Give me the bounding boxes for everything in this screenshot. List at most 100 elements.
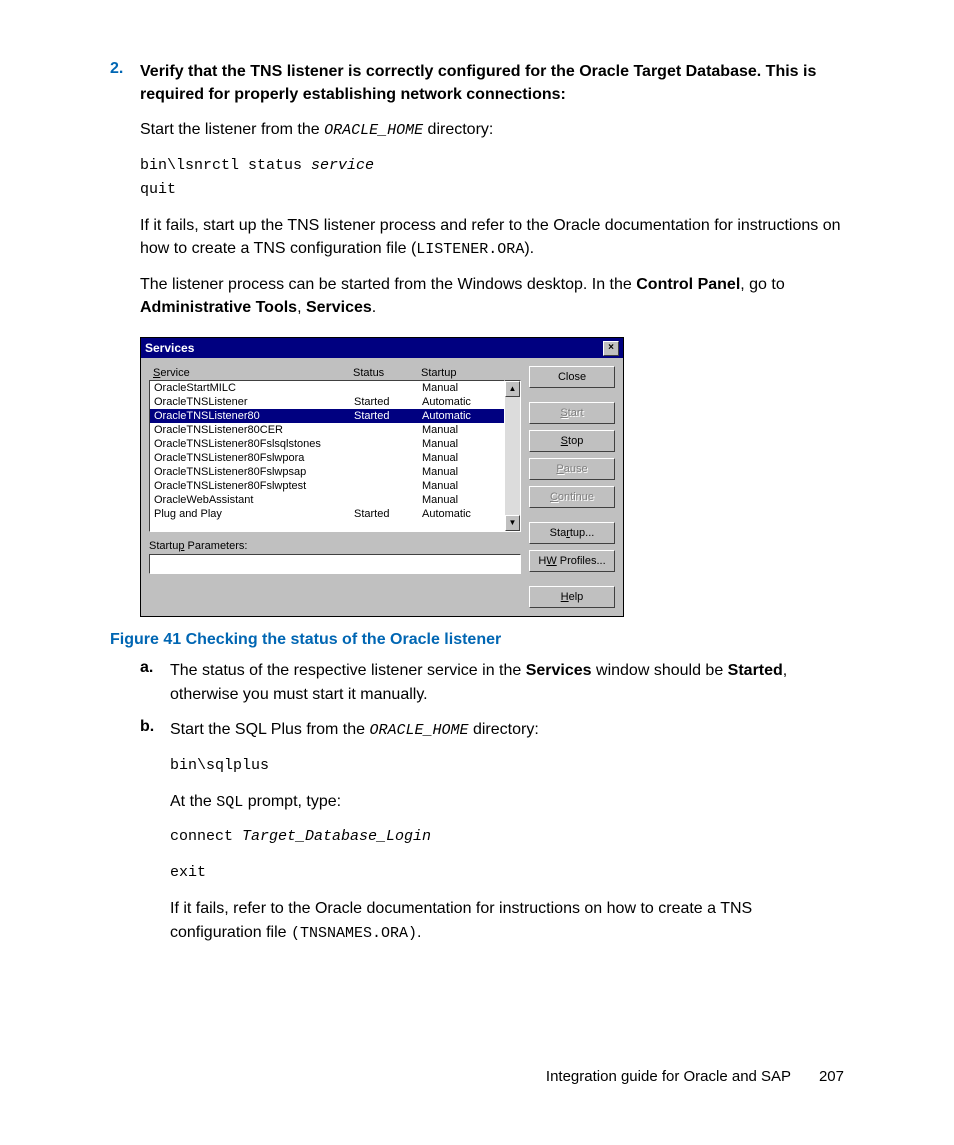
service-name: OracleTNSListener80Fslwpora	[154, 452, 354, 464]
code-connect-a: connect	[170, 828, 242, 845]
hw-u: W	[546, 555, 556, 567]
service-status: Started	[354, 410, 422, 422]
service-status	[354, 466, 422, 478]
step-heading: Verify that the TNS listener is correctl…	[140, 60, 844, 106]
list-item[interactable]: OracleTNSListenerStartedAutomatic	[150, 395, 504, 409]
service-status	[354, 424, 422, 436]
code1-line1b: service	[311, 157, 374, 174]
service-startup: Manual	[422, 466, 492, 478]
stop-button[interactable]: Stop	[529, 430, 615, 452]
startup-button[interactable]: Startup...	[529, 522, 615, 544]
service-name: OracleTNSListener80	[154, 410, 354, 422]
hdr-status: Status	[353, 367, 421, 379]
sub-b-p2: At the SQL prompt, type:	[170, 790, 844, 814]
list-item[interactable]: OracleTNSListener80Fslwpsap Manual	[150, 465, 504, 479]
code1-line2: quit	[140, 178, 844, 202]
sub-a-t2: Services	[526, 662, 592, 679]
service-startup: Automatic	[422, 508, 492, 520]
close-icon[interactable]: ×	[603, 341, 619, 356]
footer-text: Integration guide for Oracle and SAP	[546, 1068, 791, 1085]
oracle-home-2: ORACLE_HOME	[370, 722, 469, 739]
step-p2: If it fails, start up the TNS listener p…	[140, 214, 844, 261]
list-item[interactable]: OracleTNSListener80FslsqlstonesManual	[150, 437, 504, 451]
service-startup: Manual	[422, 424, 492, 436]
sub-b-t4: At the	[170, 793, 216, 810]
service-name: OracleTNSListener80CER	[154, 424, 354, 436]
list-item[interactable]: OracleTNSListener80StartedAutomatic	[150, 409, 504, 423]
service-startup: Automatic	[422, 396, 492, 408]
list-item[interactable]: OracleTNSListener80FslwptestManual	[150, 479, 504, 493]
step-p3c: , go to	[740, 276, 784, 293]
hw-t: Profiles...	[557, 555, 606, 567]
code-block-1: bin\lsnrctl status service quit	[140, 154, 844, 202]
sub-b-t6: prompt, type:	[243, 793, 341, 810]
service-name: OracleStartMILC	[154, 382, 354, 394]
figure-caption: Figure 41 Checking the status of the Ora…	[110, 631, 844, 649]
step-p2c: ).	[524, 240, 534, 257]
help-u: H	[561, 591, 569, 603]
scroll-down-icon[interactable]: ▼	[505, 515, 520, 531]
list-item[interactable]: OracleTNSListener80FslwporaManual	[150, 451, 504, 465]
sub-b-letter: b.	[140, 718, 170, 736]
service-name: Plug and Play	[154, 508, 354, 520]
sub-b-p3: If it fails, refer to the Oracle documen…	[170, 897, 844, 944]
code-sqlplus: bin\sqlplus	[170, 754, 844, 778]
startup-pre: Sta	[550, 527, 567, 539]
service-startup: Manual	[422, 494, 492, 506]
list-item[interactable]: OracleWebAssistant Manual	[150, 493, 504, 507]
sub-b-t9: .	[417, 924, 421, 941]
code-connect-b: Target_Database_Login	[242, 828, 431, 845]
help-button[interactable]: Help	[529, 586, 615, 608]
sub-a-t3: window should be	[592, 662, 728, 679]
service-name: OracleWebAssistant	[154, 494, 354, 506]
service-startup: Automatic	[422, 410, 492, 422]
start-button[interactable]: Start	[529, 402, 615, 424]
code-connect: connect Target_Database_Login	[170, 825, 844, 849]
start-u: S	[560, 407, 567, 419]
page-number: 207	[819, 1068, 844, 1085]
dialog-titlebar: Services ×	[141, 338, 623, 358]
code1-line1a: bin\lsnrctl status	[140, 157, 311, 174]
service-name: OracleTNSListener	[154, 396, 354, 408]
step-number: 2.	[110, 60, 140, 78]
stop-u: S	[561, 435, 568, 447]
admin-tools: Administrative Tools	[140, 299, 297, 316]
startup-params-input[interactable]	[149, 554, 521, 574]
cont-t: ontinue	[558, 491, 594, 503]
code-exit: exit	[170, 861, 844, 885]
sql-prompt: SQL	[216, 794, 243, 811]
services-dialog: Services × Service Status Startup Oracle…	[140, 337, 624, 617]
listener-ora: LISTENER.ORA	[416, 241, 524, 258]
hw-profiles-button[interactable]: HW Profiles...	[529, 550, 615, 572]
list-item[interactable]: OracleTNSListener80CER Manual	[150, 423, 504, 437]
scroll-up-icon[interactable]: ▲	[505, 381, 520, 397]
service-startup: Manual	[422, 438, 492, 450]
list-item[interactable]: Plug and PlayStartedAutomatic	[150, 507, 504, 521]
pause-u: P	[556, 463, 563, 475]
scrollbar[interactable]: ▲ ▼	[505, 380, 521, 532]
sub-b-t7: If it fails, refer to the Oracle documen…	[170, 900, 752, 940]
service-startup: Manual	[422, 480, 492, 492]
step-p1c: directory:	[423, 121, 493, 138]
step-p3a: The listener process can be started from…	[140, 276, 636, 293]
hdr-startup: Startup	[421, 367, 491, 379]
dialog-title: Services	[145, 341, 194, 355]
param-label-b: Parameters:	[184, 540, 247, 552]
close-button[interactable]: Close	[529, 366, 615, 388]
param-label-a: Startu	[149, 540, 178, 552]
list-header: Service Status Startup	[149, 366, 521, 380]
sub-b-t1: Start the SQL Plus from the	[170, 721, 370, 738]
help-t: elp	[569, 591, 584, 603]
pause-button[interactable]: Pause	[529, 458, 615, 480]
continue-button[interactable]: Continue	[529, 486, 615, 508]
pause-t: ause	[564, 463, 588, 475]
stop-t: top	[568, 435, 583, 447]
cont-u: C	[550, 491, 558, 503]
service-status	[354, 480, 422, 492]
list-item[interactable]: OracleStartMILCManual	[150, 381, 504, 395]
service-listbox[interactable]: OracleStartMILCManualOracleTNSListenerSt…	[149, 380, 505, 532]
page-footer: Integration guide for Oracle and SAP 207	[546, 1068, 844, 1085]
services-bold: Services	[306, 299, 372, 316]
service-status: Started	[354, 396, 422, 408]
service-name: OracleTNSListener80Fslwpsap	[154, 466, 354, 478]
